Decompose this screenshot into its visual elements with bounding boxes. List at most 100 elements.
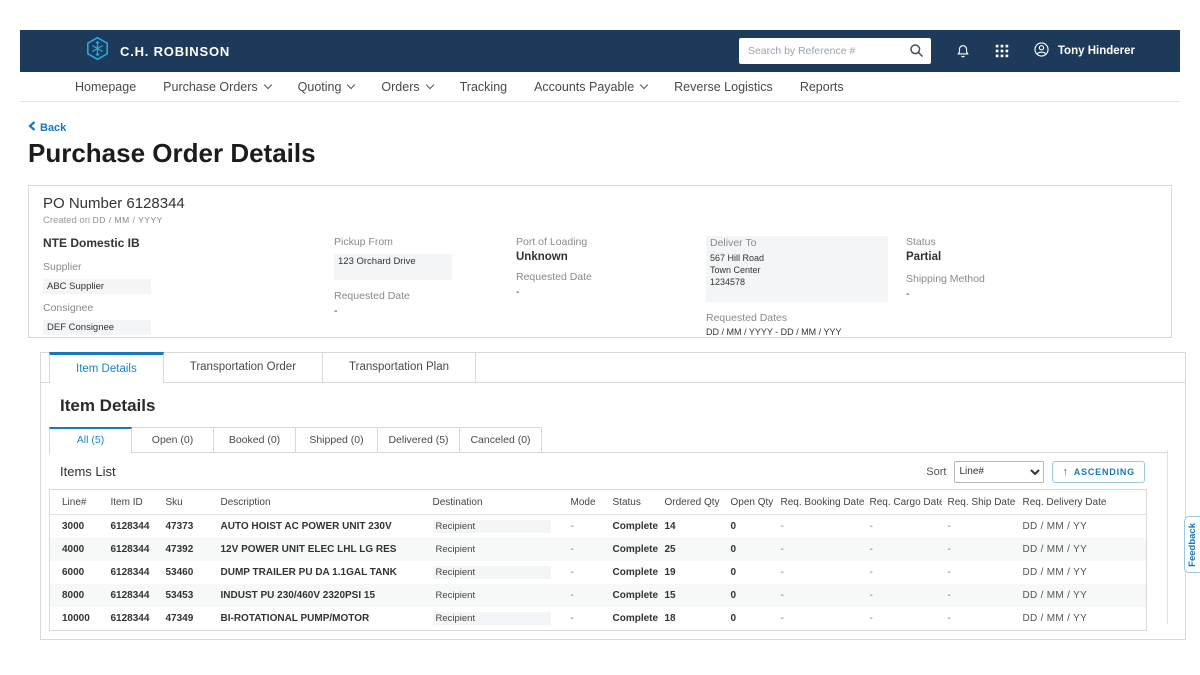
page: C.H. ROBINSON: [0, 0, 1200, 675]
cell-destination: Recipient: [427, 515, 565, 539]
panel-scrollbar-track[interactable]: [1167, 450, 1168, 624]
sort-select[interactable]: Line#: [954, 461, 1044, 483]
subtab-all-5[interactable]: All (5): [49, 427, 132, 454]
cell-req-booking-date: -: [775, 538, 864, 561]
user-avatar-icon: [1033, 41, 1050, 61]
supplier-label: Supplier: [43, 261, 151, 273]
column-header-line: Line#: [50, 490, 105, 515]
destination-value: Recipient: [433, 612, 551, 625]
cell-req-cargo-date: -: [864, 584, 942, 607]
deliver-requested-dates-label: Requested Dates: [706, 312, 888, 324]
page-title: Purchase Order Details: [28, 138, 316, 169]
cell-mode: -: [565, 561, 607, 584]
cell-req-ship-date: -: [942, 538, 1017, 561]
nav-item-orders[interactable]: Orders: [381, 80, 432, 94]
shipping-method-value: -: [906, 288, 985, 300]
cell-open-qty: 0: [725, 607, 775, 631]
subtab-shipped-0[interactable]: Shipped (0): [295, 427, 378, 452]
cell-destination: Recipient: [427, 607, 565, 631]
search-input[interactable]: [739, 38, 931, 64]
cell-req-booking-date: -: [775, 584, 864, 607]
user-menu[interactable]: Tony Hinderer: [1033, 41, 1135, 61]
cell-ordered-qty: 19: [659, 561, 725, 584]
table-row[interactable]: 8000612834453453INDUST PU 230/460V 2320P…: [50, 584, 1147, 607]
pickup-from-label: Pickup From: [334, 236, 452, 248]
cell-sku: 47373: [160, 515, 215, 539]
deliver-to-label: Deliver To: [710, 236, 880, 249]
cell-mode: -: [565, 515, 607, 539]
cell-open-qty: 0: [725, 515, 775, 539]
notifications-bell-icon[interactable]: [955, 43, 971, 60]
nav-item-reports[interactable]: Reports: [800, 80, 844, 94]
nav-item-label: Accounts Payable: [534, 80, 634, 94]
tab-item-details[interactable]: Item Details: [49, 352, 164, 383]
cell-line: 10000: [50, 607, 105, 631]
main-nav: Homepage Purchase Orders Quoting Orders Trac…: [20, 72, 1180, 102]
cell-req-delivery-date: DD / MM / YY: [1017, 515, 1147, 539]
section-title: Item Details: [60, 396, 1185, 416]
arrow-up-icon: ↑: [1062, 466, 1068, 478]
chr-hexagon-logo-icon: [85, 36, 110, 66]
chevron-down-icon: [347, 80, 355, 88]
cell-description: INDUST PU 230/460V 2320PSI 15: [215, 584, 427, 607]
deliver-to-line: 1234578: [710, 276, 880, 288]
cell-mode: -: [565, 538, 607, 561]
destination-value: Recipient: [433, 566, 551, 579]
search-icon[interactable]: [909, 43, 924, 63]
column-header-ordered-qty: Ordered Qty: [659, 490, 725, 515]
nav-item-label: Tracking: [460, 80, 507, 94]
po-summary-card: PO Number 6128344 Created on DD / MM / Y…: [28, 185, 1172, 338]
status-value: Partial: [906, 251, 985, 263]
order-type: NTE Domestic IB: [43, 236, 151, 250]
cell-line: 3000: [50, 515, 105, 539]
apps-grid-icon[interactable]: [995, 44, 1009, 58]
feedback-button[interactable]: Feedback: [1184, 516, 1200, 573]
cell-destination: Recipient: [427, 538, 565, 561]
cell-open-qty: 0: [725, 538, 775, 561]
nav-item-quoting[interactable]: Quoting: [298, 80, 355, 94]
column-header-req-cargo-date: Req. Cargo Date: [864, 490, 942, 515]
cell-item-id: 6128344: [105, 515, 160, 539]
nav-item-reverse-logistics[interactable]: Reverse Logistics: [674, 80, 773, 94]
nav-item-tracking[interactable]: Tracking: [460, 80, 507, 94]
cell-description: 12V POWER UNIT ELEC LHL LG RES: [215, 538, 427, 561]
cell-req-ship-date: -: [942, 561, 1017, 584]
nav-item-purchase-orders[interactable]: Purchase Orders: [163, 80, 270, 94]
cell-req-booking-date: -: [775, 561, 864, 584]
nav-item-homepage[interactable]: Homepage: [75, 80, 136, 94]
nav-item-label: Orders: [381, 80, 419, 94]
port-of-loading-label: Port of Loading: [516, 236, 592, 248]
table-row[interactable]: 10000612834447349BI-ROTATIONAL PUMP/MOTO…: [50, 607, 1147, 631]
user-name: Tony Hinderer: [1058, 45, 1135, 57]
cell-open-qty: 0: [725, 561, 775, 584]
cell-status: Complete: [607, 607, 659, 631]
cell-description: AUTO HOIST AC POWER UNIT 230V: [215, 515, 427, 539]
table-row[interactable]: 3000612834447373AUTO HOIST AC POWER UNIT…: [50, 515, 1147, 539]
status-label: Status: [906, 236, 985, 248]
tab-transportation-order[interactable]: Transportation Order: [163, 352, 323, 382]
sort-direction-button[interactable]: ↑ ASCENDING: [1052, 461, 1145, 483]
back-link[interactable]: Back: [28, 121, 66, 134]
shipping-method-label: Shipping Method: [906, 273, 985, 285]
cell-req-delivery-date: DD / MM / YY: [1017, 538, 1147, 561]
table-row[interactable]: 400061283444739212V POWER UNIT ELEC LHL …: [50, 538, 1147, 561]
cell-req-cargo-date: -: [864, 607, 942, 631]
brand-logo[interactable]: C.H. ROBINSON: [85, 36, 230, 66]
items-table: Line#Item IDSkuDescriptionDestinationMod…: [49, 489, 1147, 631]
po-created: Created on DD / MM / YYYY: [43, 215, 1157, 226]
subtab-booked-0[interactable]: Booked (0): [213, 427, 296, 452]
table-row[interactable]: 6000612834453460DUMP TRAILER PU DA 1.1GA…: [50, 561, 1147, 584]
cell-sku: 53460: [160, 561, 215, 584]
cell-destination: Recipient: [427, 561, 565, 584]
subtab-canceled-0[interactable]: Canceled (0): [459, 427, 542, 452]
nav-item-accounts-payable[interactable]: Accounts Payable: [534, 80, 647, 94]
items-list-title: Items List: [60, 464, 116, 479]
column-header-status: Status: [607, 490, 659, 515]
cell-req-ship-date: -: [942, 607, 1017, 631]
subtab-delivered-5[interactable]: Delivered (5): [377, 427, 460, 452]
cell-item-id: 6128344: [105, 538, 160, 561]
cell-ordered-qty: 25: [659, 538, 725, 561]
cell-description: DUMP TRAILER PU DA 1.1GAL TANK: [215, 561, 427, 584]
subtab-open-0[interactable]: Open (0): [131, 427, 214, 452]
tab-transportation-plan[interactable]: Transportation Plan: [322, 352, 476, 382]
